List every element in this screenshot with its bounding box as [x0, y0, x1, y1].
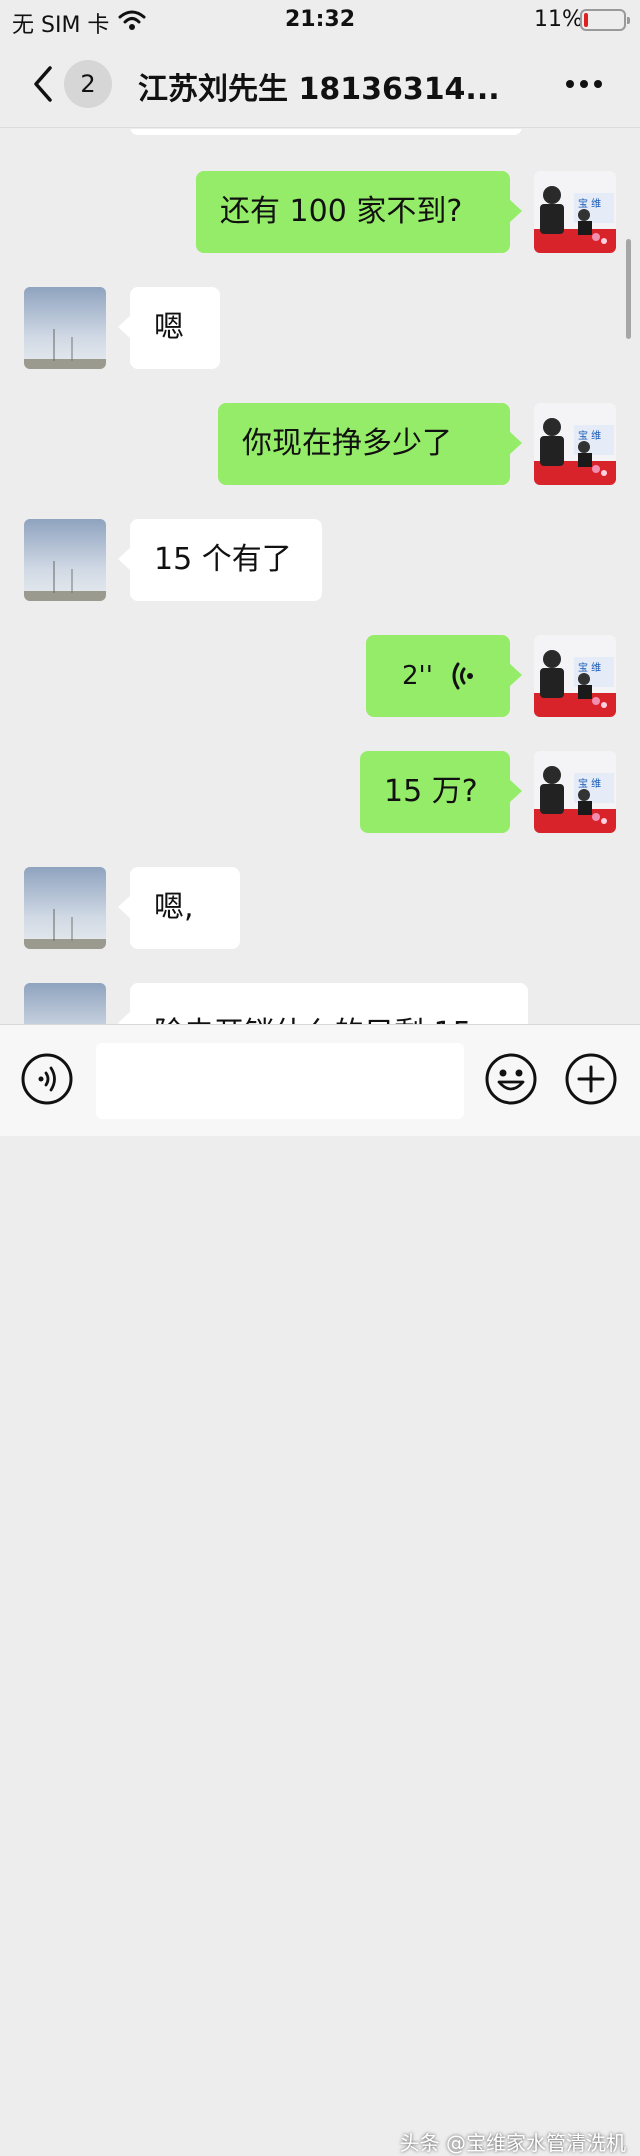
chat-title: 江苏刘先生 18136314...	[138, 72, 500, 104]
my-avatar[interactable]: 宝 维	[534, 171, 616, 253]
message-bubble-incoming[interactable]: 嗯	[118, 287, 220, 369]
chevron-left-icon	[34, 66, 52, 102]
message-text: 15 万?	[384, 774, 478, 809]
plus-icon	[565, 1053, 617, 1105]
battery-icon	[580, 9, 630, 31]
chat-header: 2 江苏刘先生 18136314...	[0, 40, 640, 128]
my-avatar[interactable]: 宝 维	[534, 751, 616, 833]
voice-input-icon	[21, 1053, 73, 1105]
unread-badge[interactable]: 2	[64, 60, 112, 108]
status-bar: 无 SIM 卡 21:32 11%	[0, 0, 640, 40]
emoji-button[interactable]	[484, 1052, 538, 1106]
more-button[interactable]	[562, 70, 606, 98]
message-bubble-incoming[interactable]: 除去开销什么的只剩 15	[118, 983, 528, 1024]
battery-percent: 11%	[534, 7, 583, 32]
message-bubble-incoming[interactable]: 15 个有了	[118, 519, 322, 601]
my-avatar[interactable]: 宝 维	[534, 403, 616, 485]
voice-wave-icon	[452, 662, 473, 690]
message-input[interactable]	[96, 1043, 464, 1119]
ellipsis-icon	[566, 80, 602, 88]
input-bar: 头条 @宝维家水管清洗机	[0, 1024, 640, 2155]
message-text: 嗯,	[154, 890, 194, 925]
contact-avatar[interactable]	[24, 287, 106, 369]
svg-text:宝 维: 宝 维	[578, 197, 601, 210]
message-bubble-outgoing[interactable]: 还有 100 家不到?	[196, 171, 522, 253]
message-bubble-incoming[interactable]: 嗯,	[118, 867, 240, 949]
contact-avatar[interactable]	[24, 983, 106, 1024]
message-text: 15 个有了	[154, 542, 292, 577]
voice-input-button[interactable]	[20, 1052, 74, 1106]
message-text: 你现在挣多少了	[242, 426, 452, 461]
message-text: 还有 100 家不到?	[220, 194, 463, 229]
scroll-indicator[interactable]	[626, 239, 631, 339]
voice-message-bubble[interactable]: 2''	[366, 635, 522, 717]
more-functions-button[interactable]	[564, 1052, 618, 1106]
svg-text:宝 维: 宝 维	[578, 429, 601, 442]
contact-avatar[interactable]	[24, 519, 106, 601]
voice-duration: 2''	[402, 661, 433, 691]
svg-text:宝 维: 宝 维	[578, 661, 601, 674]
message-list[interactable]: 还有 100 家不到? 宝 维 嗯 你现在挣多少了 宝 维 15 个有了 2''…	[0, 129, 640, 1024]
message-bubble-outgoing[interactable]: 15 万?	[360, 751, 522, 833]
emoji-icon	[485, 1053, 537, 1105]
back-button[interactable]	[26, 62, 60, 106]
message-text: 除去开销什么的只剩 15	[130, 993, 496, 1024]
message-bubble-outgoing[interactable]: 你现在挣多少了	[218, 403, 522, 485]
previous-message-fragment	[130, 129, 522, 135]
watermark: 头条 @宝维家水管清洗机	[399, 2131, 626, 2155]
svg-text:宝 维: 宝 维	[578, 777, 601, 790]
contact-avatar[interactable]	[24, 867, 106, 949]
message-text: 嗯	[154, 310, 184, 345]
my-avatar[interactable]: 宝 维	[534, 635, 616, 717]
